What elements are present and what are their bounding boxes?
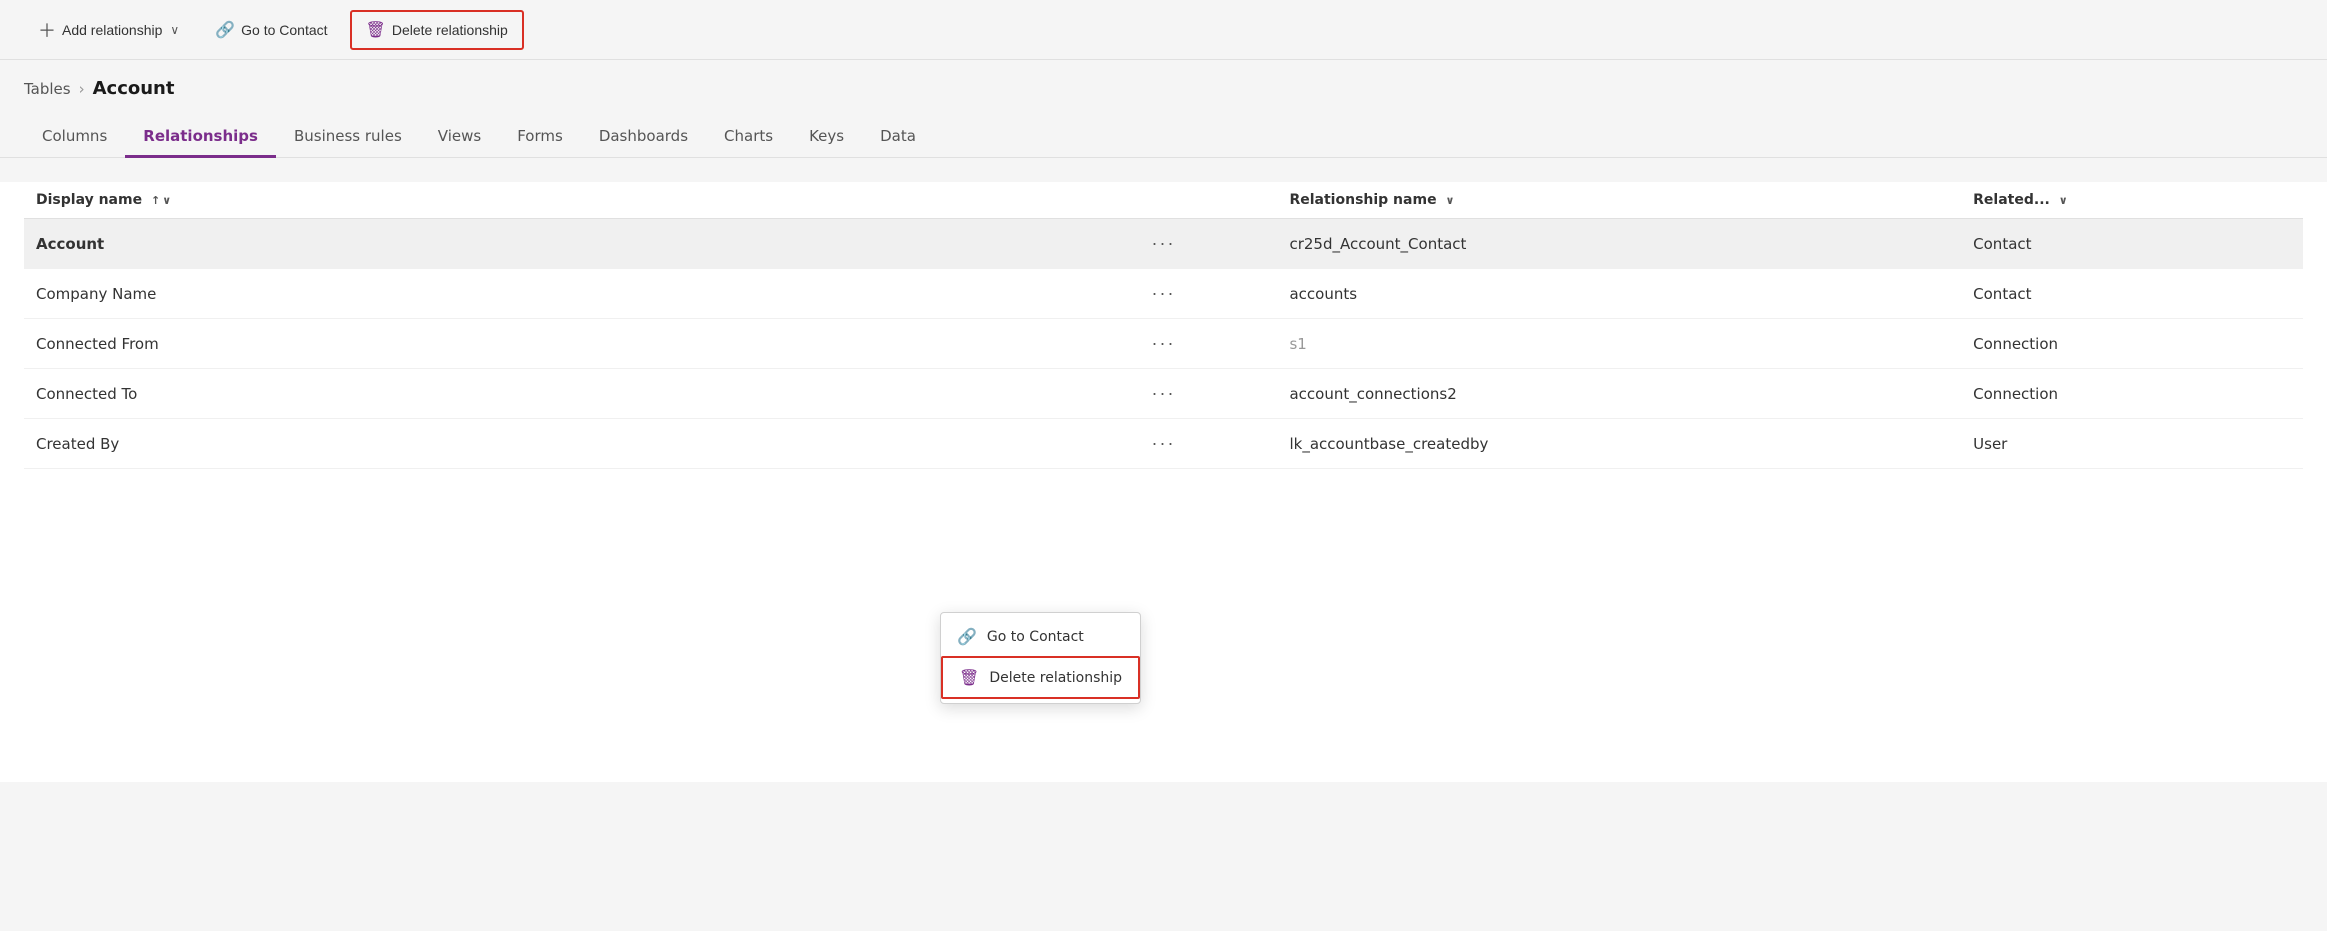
col-related-header[interactable]: Related... ∨ bbox=[1961, 182, 2303, 219]
sort-relname-icon[interactable]: ∨ bbox=[1445, 194, 1454, 207]
row-relname: accounts bbox=[1277, 269, 1961, 319]
add-relationship-chevron-icon: ∨ bbox=[170, 23, 179, 37]
breadcrumb: Tables › Account bbox=[0, 60, 2327, 99]
sort-icons-display: ↑ ∨ bbox=[151, 194, 171, 207]
row-relname: account_connections2 bbox=[1277, 369, 1961, 419]
trash-icon: 🗑 bbox=[959, 668, 979, 687]
more-options-button[interactable]: ··· bbox=[1144, 231, 1184, 256]
sort-icons-relname: ∨ bbox=[1445, 194, 1454, 207]
row-dots: ··· bbox=[1050, 219, 1278, 269]
trash-icon: 🗑 bbox=[366, 20, 386, 40]
breadcrumb-parent[interactable]: Tables bbox=[24, 80, 71, 98]
tab-data[interactable]: Data bbox=[862, 117, 934, 158]
goto-contact-button[interactable]: 🔗 Go to Contact bbox=[201, 10, 341, 50]
row-display-name: Connected From bbox=[24, 319, 1050, 369]
context-goto-label: Go to Contact bbox=[987, 629, 1084, 645]
delete-relationship-label: Delete relationship bbox=[392, 22, 508, 38]
context-delete-label: Delete relationship bbox=[989, 670, 1122, 686]
add-relationship-label: Add relationship bbox=[62, 22, 162, 38]
context-menu-goto[interactable]: 🔗 Go to Contact bbox=[941, 617, 1140, 656]
row-display-name: Company Name bbox=[24, 269, 1050, 319]
breadcrumb-separator: › bbox=[79, 80, 85, 98]
row-related: Connection bbox=[1961, 369, 2303, 419]
delete-relationship-button[interactable]: 🗑 Delete relationship bbox=[350, 10, 524, 50]
row-related: Contact bbox=[1961, 269, 2303, 319]
plus-icon: ＋ bbox=[38, 17, 56, 43]
sort-down-icon[interactable]: ∨ bbox=[162, 194, 171, 207]
row-dots: ··· bbox=[1050, 269, 1278, 319]
relationships-table: Display name ↑ ∨ Relationship name ∨ Rel… bbox=[24, 182, 2303, 469]
more-options-button[interactable]: ··· bbox=[1144, 381, 1184, 406]
row-display-name: Connected To bbox=[24, 369, 1050, 419]
table-row[interactable]: Account ··· cr25d_Account_ContactContact bbox=[24, 219, 2303, 269]
more-options-button[interactable]: ··· bbox=[1144, 281, 1184, 306]
more-options-button[interactable]: ··· bbox=[1144, 331, 1184, 356]
table-row[interactable]: Connected From ··· s1Connection bbox=[24, 319, 2303, 369]
row-relname: cr25d_Account_Contact bbox=[1277, 219, 1961, 269]
table-body: Account···cr25d_Account_ContactContactCo… bbox=[24, 219, 2303, 469]
link-icon: 🔗 bbox=[215, 20, 235, 40]
tabs: Columns Relationships Business rules Vie… bbox=[0, 105, 2327, 158]
context-menu-delete[interactable]: 🗑 Delete relationship bbox=[941, 656, 1140, 699]
toolbar: ＋ Add relationship ∨ 🔗 Go to Contact 🗑 D… bbox=[0, 0, 2327, 60]
row-related: Contact bbox=[1961, 219, 2303, 269]
tab-relationships[interactable]: Relationships bbox=[125, 117, 276, 158]
table-row[interactable]: Connected To ··· account_connections2Conne… bbox=[24, 369, 2303, 419]
row-dots: ··· bbox=[1050, 419, 1278, 469]
row-relname: s1 bbox=[1277, 319, 1961, 369]
context-menu: 🔗 Go to Contact 🗑 Delete relationship bbox=[940, 612, 1141, 704]
tab-columns[interactable]: Columns bbox=[24, 117, 125, 158]
tab-views[interactable]: Views bbox=[420, 117, 499, 158]
table-row[interactable]: Company Name ··· accountsContact bbox=[24, 269, 2303, 319]
row-related: User bbox=[1961, 419, 2303, 469]
col-dots-header bbox=[1050, 182, 1278, 219]
add-relationship-button[interactable]: ＋ Add relationship ∨ bbox=[24, 10, 193, 50]
table-row[interactable]: Created By ··· lk_accountbase_createdbyUse… bbox=[24, 419, 2303, 469]
tab-dashboards[interactable]: Dashboards bbox=[581, 117, 706, 158]
more-options-button[interactable]: ··· bbox=[1144, 431, 1184, 456]
tab-forms[interactable]: Forms bbox=[499, 117, 581, 158]
goto-contact-label: Go to Contact bbox=[241, 22, 327, 38]
row-dots: ··· bbox=[1050, 369, 1278, 419]
sort-related-icon[interactable]: ∨ bbox=[2059, 194, 2068, 207]
row-display-name: Created By bbox=[24, 419, 1050, 469]
main-content: Display name ↑ ∨ Relationship name ∨ Rel… bbox=[0, 182, 2327, 782]
col-relname-header[interactable]: Relationship name ∨ bbox=[1277, 182, 1961, 219]
row-relname: lk_accountbase_createdby bbox=[1277, 419, 1961, 469]
link-icon: 🔗 bbox=[957, 627, 977, 646]
breadcrumb-current: Account bbox=[93, 78, 175, 99]
row-display-name: Account bbox=[24, 219, 1050, 269]
sort-icons-related: ∨ bbox=[2059, 194, 2068, 207]
sort-up-icon[interactable]: ↑ bbox=[151, 194, 160, 207]
row-related: Connection bbox=[1961, 319, 2303, 369]
tab-keys[interactable]: Keys bbox=[791, 117, 862, 158]
col-display-header[interactable]: Display name ↑ ∨ bbox=[24, 182, 1050, 219]
row-dots: ··· bbox=[1050, 319, 1278, 369]
tab-business-rules[interactable]: Business rules bbox=[276, 117, 420, 158]
tab-charts[interactable]: Charts bbox=[706, 117, 791, 158]
